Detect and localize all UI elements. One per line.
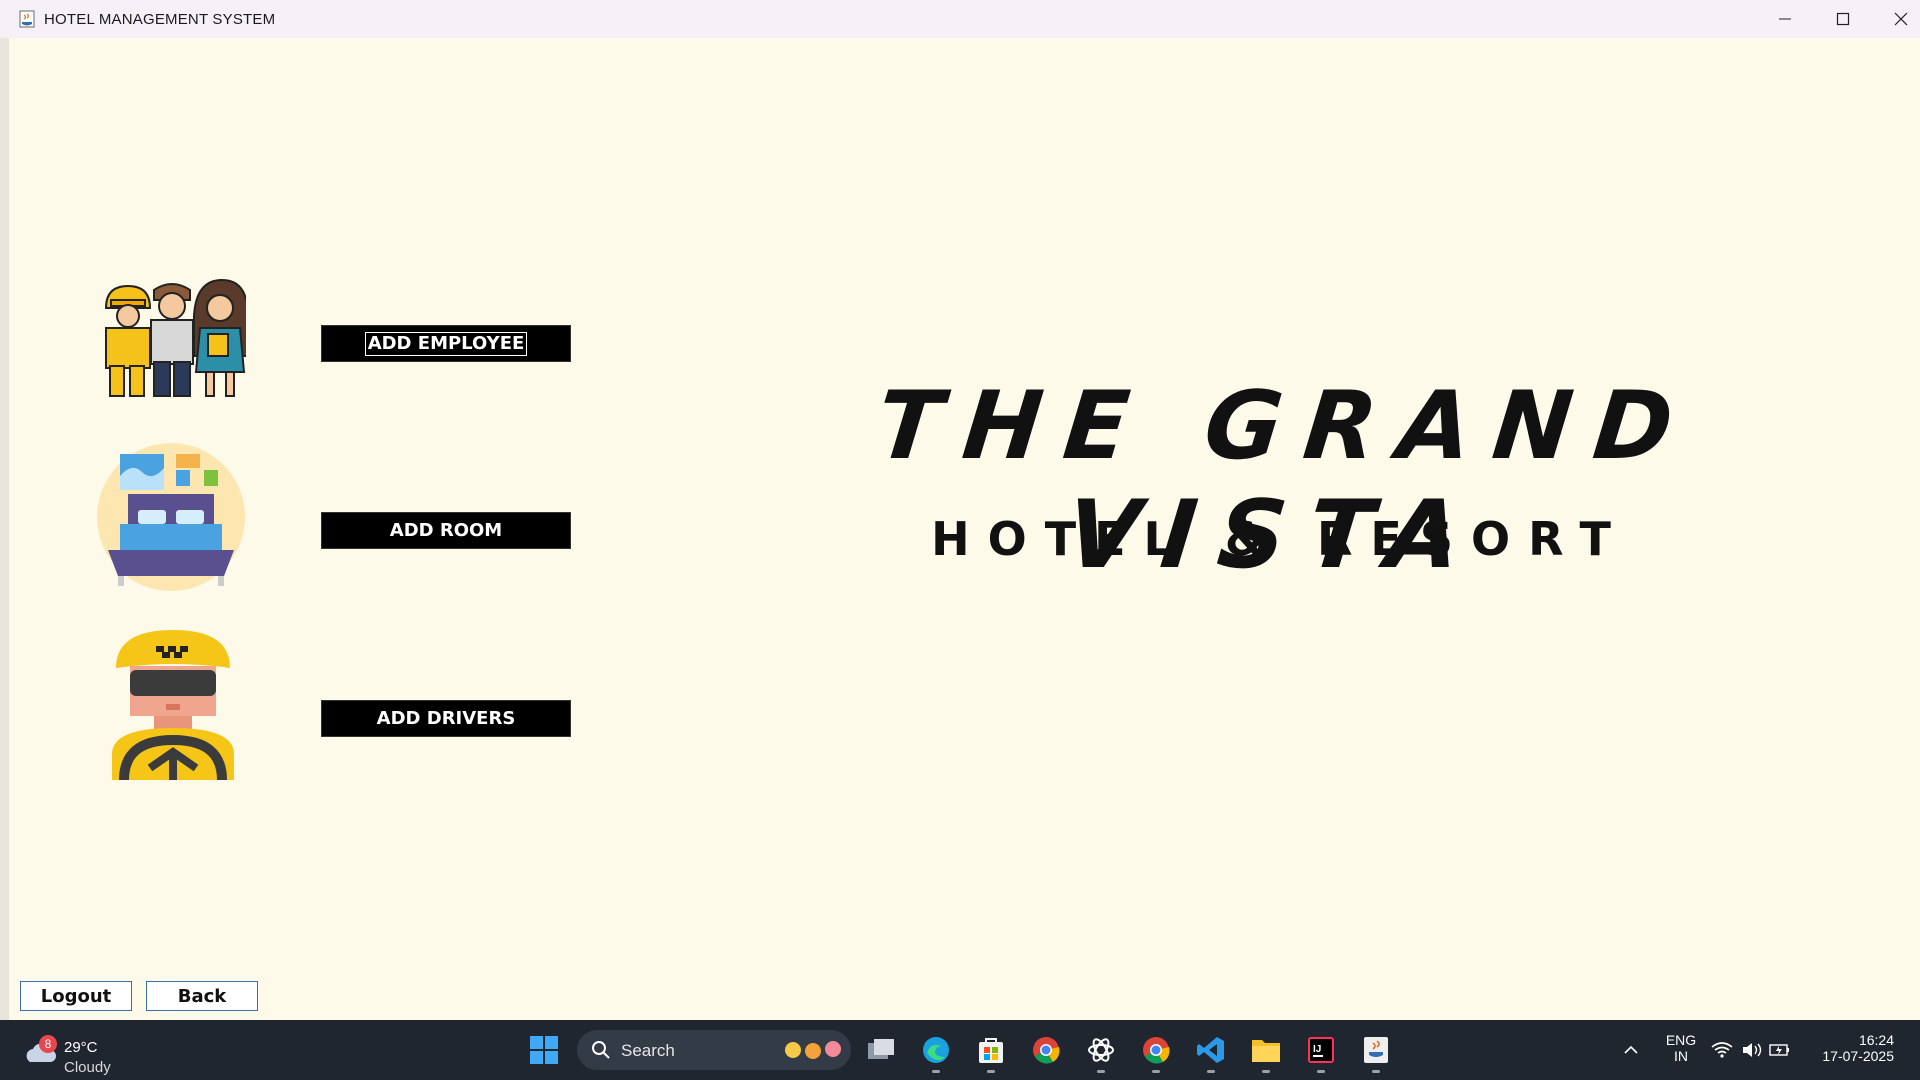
search-icon xyxy=(592,1041,610,1059)
back-button[interactable]: Back xyxy=(146,981,258,1011)
vscode-icon xyxy=(1197,1037,1224,1063)
brand-subtitle: HOTEL & RESORT xyxy=(931,512,1629,566)
task-view-icon xyxy=(868,1039,894,1059)
java-app-icon xyxy=(19,10,35,28)
start-button[interactable] xyxy=(524,1030,564,1070)
window-left-border xyxy=(0,38,9,1020)
chrome-icon xyxy=(1033,1037,1060,1064)
running-indicator xyxy=(1262,1070,1270,1073)
chevron-up-icon xyxy=(1624,1045,1638,1054)
maximize-icon xyxy=(1836,12,1850,26)
window-title: HOTEL MANAGEMENT SYSTEM xyxy=(44,11,276,28)
running-indicator xyxy=(1207,1070,1215,1073)
clock-time: 16:24 xyxy=(1858,1032,1894,1048)
chrome-profile-button[interactable] xyxy=(1136,1030,1176,1073)
show-hidden-icons-button[interactable] xyxy=(1611,1030,1651,1070)
weather-condition: Cloudy xyxy=(64,1059,111,1076)
running-indicator xyxy=(932,1070,940,1073)
logout-button[interactable]: Logout xyxy=(20,981,132,1011)
running-indicator xyxy=(1097,1070,1105,1073)
windows-start-icon xyxy=(530,1036,558,1064)
running-indicator xyxy=(1317,1070,1325,1073)
language-indicator[interactable]: ENG IN xyxy=(1660,1032,1702,1064)
store-icon xyxy=(979,1038,1003,1063)
java-icon xyxy=(1364,1037,1388,1063)
running-indicator xyxy=(1152,1070,1160,1073)
chatgpt-icon xyxy=(1088,1038,1114,1062)
store-button[interactable] xyxy=(971,1030,1011,1073)
windows-taskbar: 8 29°C Cloudy Search IJ ENG IN 16:24 17-… xyxy=(0,1020,1920,1080)
edge-icon xyxy=(923,1037,949,1063)
task-view-button[interactable] xyxy=(861,1030,901,1070)
chrome-icon xyxy=(1143,1037,1170,1064)
add-drivers-button[interactable]: ADD DRIVERS xyxy=(321,700,571,737)
wifi-icon xyxy=(1711,1042,1733,1058)
close-icon xyxy=(1894,12,1908,26)
clock-date: 17-07-2025 xyxy=(1822,1048,1894,1064)
weather-widget[interactable]: 8 29°C Cloudy xyxy=(22,1028,132,1076)
language-code: ENG xyxy=(1665,1032,1697,1048)
emoji-icon xyxy=(785,1041,841,1059)
intellij-button[interactable]: IJ xyxy=(1301,1030,1341,1073)
volume-icon xyxy=(1743,1043,1762,1057)
driver-illustration xyxy=(112,630,234,780)
chrome-button[interactable] xyxy=(1026,1030,1066,1070)
close-button[interactable] xyxy=(1872,0,1920,38)
running-indicator xyxy=(1372,1070,1380,1073)
add-employee-label: ADD EMPLOYEE xyxy=(364,331,528,356)
add-room-button[interactable]: ADD ROOM xyxy=(321,512,571,549)
maximize-button[interactable] xyxy=(1814,0,1872,38)
employees-illustration xyxy=(104,278,246,397)
add-employee-button[interactable]: ADD EMPLOYEE xyxy=(321,325,571,362)
search-placeholder: Search xyxy=(621,1041,675,1060)
region-code: IN xyxy=(1674,1048,1688,1064)
svg-text:IJ: IJ xyxy=(1313,1044,1321,1055)
quick-settings-button[interactable] xyxy=(1706,1030,1796,1070)
running-indicator xyxy=(987,1070,995,1073)
room-illustration xyxy=(97,443,245,591)
intellij-icon: IJ xyxy=(1308,1037,1334,1063)
window-titlebar: HOTEL MANAGEMENT SYSTEM xyxy=(0,0,1920,38)
edge-button[interactable] xyxy=(916,1030,956,1073)
minimize-button[interactable] xyxy=(1756,0,1814,38)
chatgpt-button[interactable] xyxy=(1081,1030,1121,1073)
vscode-button[interactable] xyxy=(1191,1030,1231,1073)
weather-badge: 8 xyxy=(39,1035,57,1053)
file-explorer-button[interactable] xyxy=(1246,1030,1286,1073)
minimize-icon xyxy=(1779,18,1791,20)
java-button[interactable] xyxy=(1356,1030,1396,1073)
file-explorer-icon xyxy=(1252,1040,1280,1062)
weather-temp: 29°C xyxy=(64,1039,98,1056)
battery-icon xyxy=(1769,1044,1789,1056)
clock[interactable]: 16:24 17-07-2025 xyxy=(1808,1032,1894,1064)
taskbar-search[interactable]: Search xyxy=(577,1030,851,1070)
